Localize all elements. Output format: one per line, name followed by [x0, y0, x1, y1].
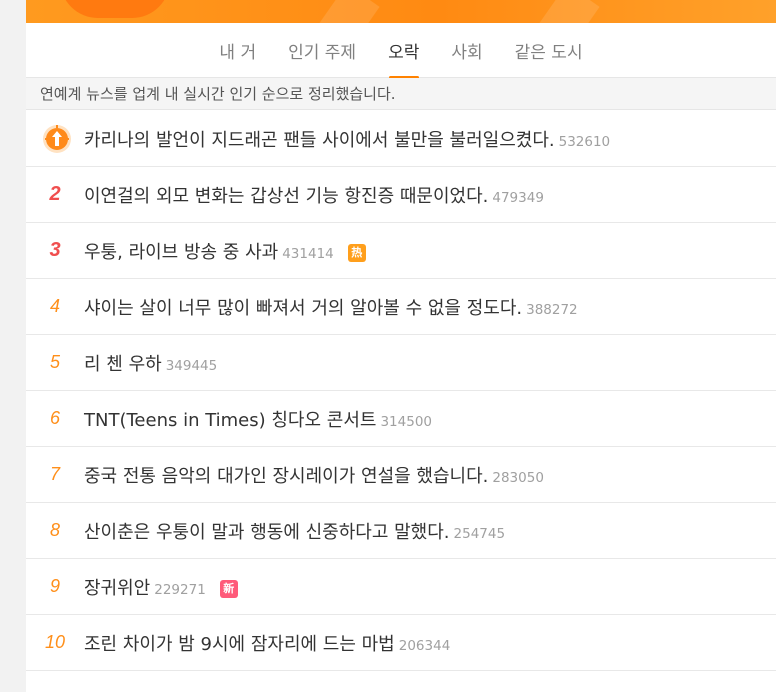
list-item[interactable]: 2 이연걸의 외모 변화는 갑상선 기능 항진증 때문이었다. 479349 [26, 167, 776, 223]
hot-badge: 热 [347, 243, 366, 262]
item-count: 532610 [558, 133, 611, 150]
rank-number: 4 [49, 296, 60, 316]
item-count: 206344 [398, 637, 451, 654]
item-count: 479349 [492, 189, 544, 206]
item-title: 장귀위안 [84, 577, 151, 599]
rank-number: 7 [49, 464, 60, 484]
item-title: 리 첸 우하 [84, 353, 162, 375]
list-item[interactable]: 10 조린 차이가 밤 9시에 잠자리에 드는 마법 206344 [26, 615, 776, 671]
new-badge: 新 [219, 579, 238, 598]
item-count: 314500 [380, 413, 433, 430]
item-count: 431414 [282, 245, 334, 262]
list-item[interactable]: 5 리 첸 우하 349445 [26, 335, 776, 391]
item-count: 388272 [526, 301, 578, 318]
item-title: 중국 전통 음악의 대가인 장시레이가 연설을 했습니다. [84, 465, 489, 487]
tab-society[interactable]: 사회 [451, 23, 482, 63]
banner-decoration [60, 0, 170, 18]
list-item[interactable]: 8 산이춘은 우퉁이 말과 행동에 신중하다고 말했다. 254745 [26, 503, 776, 559]
header-banner [26, 0, 776, 23]
rank-number: 2 [49, 183, 61, 205]
banner-stripe [312, 0, 380, 23]
ranking-list: 카리나의 발언이 지드래곤 팬들 사이에서 불만을 불러일으켰다. 5 3 2 6 10 … [26, 111, 776, 671]
tab-hot-topics[interactable]: 인기 주제 [288, 23, 356, 63]
item-title: 산이춘은 우퉁이 말과 행동에 신중하다고 말했다. [84, 521, 450, 543]
tab-entertainment[interactable]: 오락 [388, 23, 419, 79]
pin-top-icon [43, 125, 71, 153]
list-item[interactable]: 3 우퉁, 라이브 방송 중 사과 431414 热 [26, 223, 776, 279]
banner-stripe [532, 0, 600, 23]
item-count: 283050 [492, 469, 544, 486]
list-item[interactable]: 9 장귀위안 229271 新 [26, 559, 776, 615]
item-title: 조린 차이가 밤 9시에 잠자리에 드는 마법 [84, 633, 395, 655]
hot-list-panel: 내 거 인기 주제 오락 사회 같은 도시 연예계 뉴스를 업계 내 실시간 인… [26, 0, 776, 692]
rank-number: 9 [49, 576, 60, 596]
list-item[interactable]: 7 중국 전통 음악의 대가인 장시레이가 연설을 했습니다. 283050 [26, 447, 776, 503]
list-description: 연예계 뉴스를 업계 내 실시간 인기 순으로 정리했습니다. [26, 78, 776, 110]
item-count: 254745 [453, 525, 506, 542]
list-item[interactable]: 카리나의 발언이 지드래곤 팬들 사이에서 불만을 불러일으켰다. 532610 [26, 111, 776, 167]
list-item[interactable]: 6 TNT(Teens in Times) 칭다오 콘서트 314500 [26, 391, 776, 447]
rank-number: 3 [49, 239, 61, 261]
tab-same-city[interactable]: 같은 도시 [515, 23, 583, 63]
tab-mine[interactable]: 내 거 [219, 23, 256, 63]
item-title: 카리나의 발언이 지드래곤 팬들 사이에서 불만을 불러일으켰다. [84, 129, 555, 151]
item-count: 349445 [165, 357, 218, 374]
item-title: 샤이는 살이 너무 많이 빠져서 거의 알아볼 수 없을 정도다. [84, 297, 523, 319]
item-title: 이연걸의 외모 변화는 갑상선 기능 항진증 때문이었다. [84, 185, 489, 207]
item-title: 우퉁, 라이브 방송 중 사과 [84, 241, 279, 263]
category-tabs: 내 거 인기 주제 오락 사회 같은 도시 [26, 23, 776, 79]
rank-number: 10 [44, 632, 66, 652]
list-item[interactable]: 4 샤이는 살이 너무 많이 빠져서 거의 알아볼 수 없을 정도다. 38827… [26, 279, 776, 335]
item-title: TNT(Teens in Times) 칭다오 콘서트 [84, 409, 377, 431]
item-count: 229271 [154, 581, 206, 598]
rank-number: 6 [49, 408, 60, 428]
rank-number: 5 [49, 352, 60, 372]
rank-number: 8 [49, 520, 60, 540]
